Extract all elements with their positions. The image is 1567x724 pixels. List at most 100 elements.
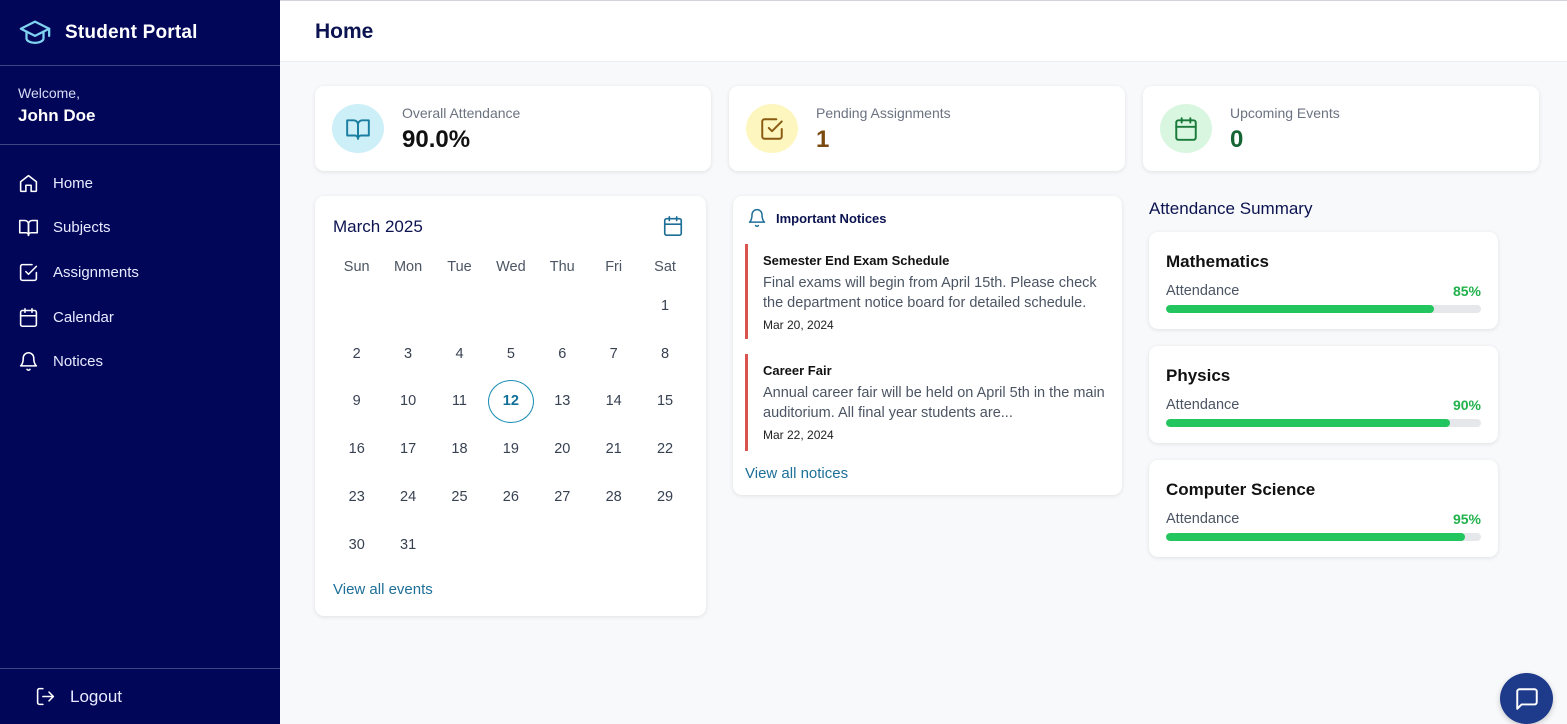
view-all-notices-link[interactable]: View all notices	[745, 465, 848, 482]
calendar-day[interactable]: 8	[639, 330, 690, 378]
calendar-card: March 2025 Sun Mon Tue Wed Thu Fri Sat 1 2 3 4 5 6 7 8…	[315, 196, 706, 616]
calendar-day[interactable]: 30	[331, 521, 382, 569]
calendar-empty-cell	[588, 282, 639, 330]
sidebar-item-home[interactable]: Home	[0, 161, 280, 206]
notice-body: Final exams will begin from April 15th. …	[763, 275, 1097, 311]
notices-card: Important Notices Semester End Exam Sche…	[733, 196, 1122, 495]
calendar-weekday: Fri	[605, 259, 623, 275]
calendar-day[interactable]: 4	[434, 330, 485, 378]
calendar-day[interactable]: 17	[382, 425, 433, 473]
calendar-weekday: Thu	[549, 259, 575, 275]
calendar-day-number: 20	[554, 441, 571, 458]
calendar-day[interactable]: 28	[588, 473, 639, 521]
calendar-day[interactable]: 18	[434, 425, 485, 473]
calendar-icon	[19, 307, 38, 327]
calendar-icon[interactable]	[662, 215, 684, 237]
sidebar-item-subjects[interactable]: Subjects	[0, 206, 280, 251]
notice-item[interactable]: Semester End Exam Schedule Final exams w…	[745, 244, 1113, 339]
calendar-day-number: 22	[656, 441, 674, 458]
logout-button[interactable]: Logout	[0, 668, 280, 724]
sidebar-item-assignments[interactable]: Assignments	[0, 250, 280, 295]
calendar-day-number: 13	[554, 393, 571, 410]
user-name: John Doe	[18, 106, 96, 125]
calendar-weekday: Mon	[393, 259, 423, 275]
attendance-summary-title: Attendance Summary	[1149, 199, 1313, 218]
attendance-label: Attendance	[1166, 397, 1240, 413]
calendar-weekday: Sat	[654, 259, 676, 275]
attendance-percent: 90%	[1452, 397, 1481, 413]
subject-name: Computer Science	[1166, 480, 1316, 499]
calendar-day[interactable]: 31	[382, 521, 433, 569]
calendar-grid: Sun Mon Tue Wed Thu Fri Sat 1 2 3 4 5 6 7 8 9 10 11 12 13 14…	[331, 252, 691, 569]
calendar-day-number: 24	[400, 489, 417, 506]
calendar-day[interactable]: 29	[639, 473, 690, 521]
calendar-day[interactable]: 6	[537, 330, 588, 378]
calendar-day[interactable]: 21	[588, 425, 639, 473]
calendar-day[interactable]: 12	[485, 378, 536, 426]
calendar-day-number: 30	[348, 536, 365, 553]
chat-button[interactable]	[1500, 673, 1553, 724]
attendance-progress-track	[1166, 419, 1481, 427]
stat-icon-wrap	[1160, 104, 1212, 153]
calendar-day[interactable]: 26	[485, 473, 536, 521]
stat-card-events: Upcoming Events 0	[1143, 86, 1539, 171]
view-all-events-link[interactable]: View all events	[333, 581, 433, 598]
calendar-day-number: 17	[400, 441, 417, 458]
calendar-day[interactable]: 10	[382, 378, 433, 426]
brand-title: Student Portal	[65, 21, 198, 43]
calendar-day[interactable]: 23	[331, 473, 382, 521]
calendar-day[interactable]: 20	[537, 425, 588, 473]
notice-item[interactable]: Career Fair Annual career fair will be h…	[745, 354, 1113, 451]
notice-title: Semester End Exam Schedule	[763, 253, 950, 268]
calendar-weekday: Wed	[496, 259, 526, 275]
calendar-day[interactable]: 27	[537, 473, 588, 521]
calendar-day-number: 27	[554, 489, 571, 506]
notice-date: Mar 22, 2024	[763, 428, 834, 442]
calendar-day[interactable]: 22	[639, 425, 690, 473]
calendar-day[interactable]: 2	[331, 330, 382, 378]
calendar-day-number: 1	[661, 297, 670, 314]
calendar-day-number: 2	[352, 345, 361, 362]
stat-label: Overall Attendance	[402, 105, 521, 121]
book-icon	[18, 220, 39, 237]
calendar-day[interactable]: 11	[434, 378, 485, 426]
calendar-day-number: 25	[451, 489, 468, 506]
notice-body: Annual career fair will be held on April…	[763, 385, 1105, 421]
calendar-day[interactable]: 5	[485, 330, 536, 378]
calendar-day-number: 14	[605, 393, 622, 410]
calendar-day[interactable]: 13	[537, 378, 588, 426]
attendance-card-computer-science: Computer Science Attendance 95%	[1149, 460, 1498, 557]
stat-icon-wrap	[332, 104, 384, 153]
chat-icon	[1515, 687, 1538, 710]
calendar-day[interactable]: 7	[588, 330, 639, 378]
attendance-progress-fill	[1166, 419, 1450, 427]
sidebar-item-label: Subjects	[53, 219, 111, 237]
attendance-percent: 85%	[1452, 283, 1481, 299]
stat-value: 0	[1230, 126, 1244, 153]
calendar-day[interactable]: 1	[639, 282, 690, 330]
attendance-card-physics: Physics Attendance 90%	[1149, 346, 1498, 443]
sidebar-item-notices[interactable]: Notices	[0, 339, 280, 384]
notices-header: Important Notices	[747, 208, 887, 228]
sidebar-item-label: Notices	[53, 353, 104, 371]
book-icon	[346, 118, 370, 140]
calendar-day[interactable]: 9	[331, 378, 382, 426]
attendance-progress-track	[1166, 305, 1481, 313]
attendance-percent: 95%	[1452, 511, 1481, 527]
calendar-day[interactable]: 3	[382, 330, 433, 378]
calendar-empty-cell	[537, 282, 588, 330]
calendar-icon	[1175, 116, 1197, 141]
sidebar-item-label: Assignments	[53, 263, 139, 281]
calendar-day[interactable]: 19	[485, 425, 536, 473]
calendar-day[interactable]: 16	[331, 425, 382, 473]
calendar-day[interactable]: 14	[588, 378, 639, 426]
calendar-empty-cell	[382, 282, 433, 330]
sidebar-item-calendar[interactable]: Calendar	[0, 295, 280, 340]
attendance-progress-fill	[1166, 305, 1434, 313]
calendar-day[interactable]: 25	[434, 473, 485, 521]
calendar-day-number: 6	[558, 345, 567, 362]
sidebar-item-label: Calendar	[53, 308, 114, 326]
calendar-day[interactable]: 24	[382, 473, 433, 521]
notices-title: Important Notices	[776, 210, 887, 226]
calendar-day[interactable]: 15	[639, 378, 690, 426]
